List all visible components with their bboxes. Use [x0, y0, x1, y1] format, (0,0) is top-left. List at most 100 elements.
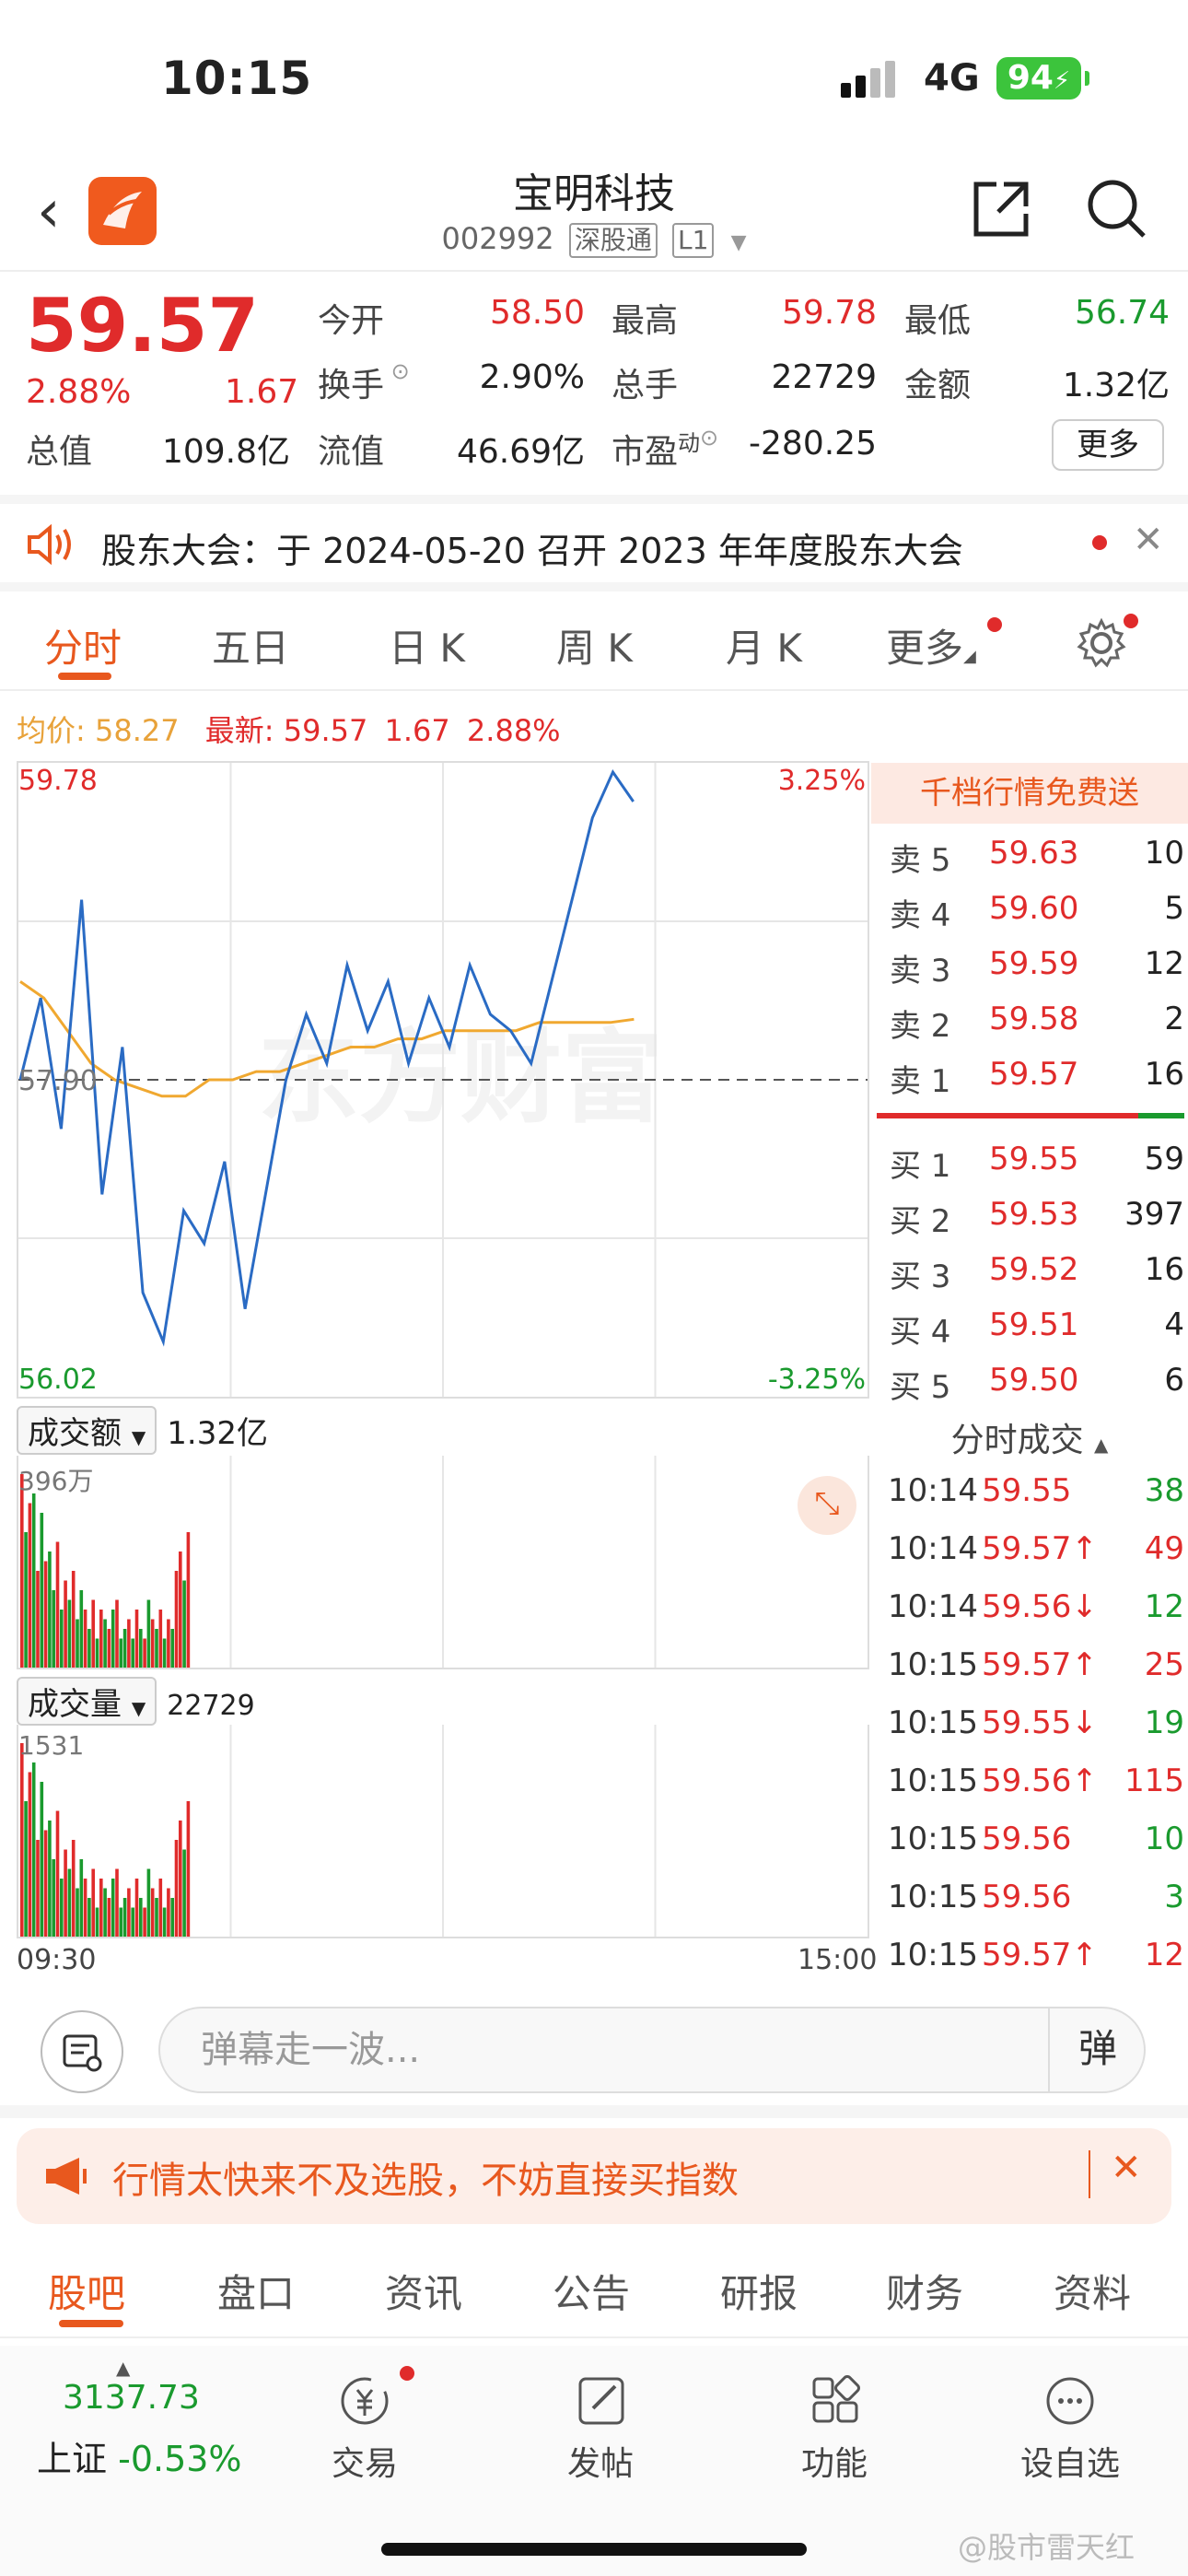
tab-announcements[interactable]: 公告 — [553, 2263, 630, 2319]
tab-profile[interactable]: 资料 — [1054, 2263, 1131, 2319]
tab-research[interactable]: 研报 — [720, 2263, 798, 2319]
dock-function-label: 功能 — [800, 2445, 868, 2483]
trade-price: 59.56 — [982, 1821, 1072, 1857]
volume-bar — [76, 1888, 79, 1937]
pe-label: 市盈动⊙ — [611, 425, 718, 473]
trade-price: 59.55↓ — [982, 1704, 1098, 1741]
tab-news[interactable]: 资讯 — [385, 2263, 462, 2319]
volume-bar — [167, 1619, 170, 1668]
volume-bar — [103, 1619, 107, 1668]
search-icon[interactable] — [1085, 177, 1149, 245]
more-button[interactable]: 更多 — [1052, 419, 1164, 471]
index-value[interactable]: 3137.73 — [63, 2379, 200, 2417]
orderbook-promo[interactable]: 千档行情免费送 — [871, 763, 1188, 824]
dock-function[interactable]: 功能 — [770, 2373, 899, 2485]
settings-gear-icon[interactable] — [1076, 617, 1127, 673]
volume-bar — [87, 1898, 91, 1937]
notice-bar[interactable]: 股东大会：于 2024-05-20 召开 2023 年年度股东大会 ✕ — [0, 495, 1188, 591]
tab-more-label: 更多 — [886, 626, 964, 671]
close-icon[interactable]: ✕ — [1133, 519, 1164, 561]
close-icon[interactable]: ✕ — [1111, 2147, 1142, 2189]
stock-header: ‹ 宝明科技 002992 深股通 L1 ▼ — [0, 157, 1188, 272]
buy-level-3[interactable]: 买 3 59.52 16 — [890, 1251, 1184, 1306]
buy-level-4[interactable]: 买 4 59.51 4 — [890, 1306, 1184, 1362]
danmu-list-icon[interactable] — [41, 2010, 123, 2093]
latest-label: 最新: — [204, 713, 274, 748]
turnover-label-text: 换手 — [318, 367, 385, 404]
buy-level-1[interactable]: 买 1 59.55 59 — [890, 1141, 1184, 1196]
tab-daily-k[interactable]: 日 K — [389, 617, 465, 673]
volume-bar — [95, 1638, 99, 1668]
trade-time: 10:14 — [888, 1472, 978, 1509]
sell-level-price: 59.60 — [989, 890, 1079, 927]
tab-intraday[interactable]: 分时 — [44, 617, 122, 673]
tab-active-indicator — [59, 2320, 123, 2327]
pe-value: -280.25 — [749, 425, 877, 463]
tab-weekly-k[interactable]: 周 K — [556, 617, 633, 673]
turnover-label: 换手 ⊙ — [318, 358, 410, 406]
trade-time: 10:15 — [888, 1646, 978, 1683]
volume-bar — [76, 1619, 79, 1668]
trade-time: 10:15 — [888, 1937, 978, 1973]
info-icon[interactable]: ⊙ — [384, 358, 410, 384]
volume-bar — [119, 1638, 123, 1668]
buy-level-5[interactable]: 买 5 59.50 6 — [890, 1362, 1184, 1417]
sell-level-3[interactable]: 卖 3 59.59 12 — [890, 945, 1184, 1001]
y-bottom-label: 56.02 — [18, 1364, 98, 1396]
danmu-toggle-button[interactable]: 弹 — [1048, 2007, 1146, 2093]
share-icon[interactable] — [969, 177, 1033, 245]
amount-chart[interactable]: 396万 ⤡ — [17, 1456, 869, 1669]
tab-guba[interactable]: 股吧 — [48, 2263, 125, 2319]
home-indicator[interactable] — [381, 2543, 807, 2556]
y-mid-label: 57.90 — [18, 1065, 98, 1097]
sell-level-qty: 5 — [1164, 890, 1184, 927]
tab-monthly-k[interactable]: 月 K — [726, 617, 802, 673]
chevron-down-icon[interactable]: ▼ — [731, 231, 747, 254]
intraday-price-chart[interactable]: 东方财富 59.78 57.90 56.02 3.25% -3.25% — [17, 761, 869, 1399]
mktcap-label: 总值 — [26, 433, 93, 471]
volume-bar — [87, 1629, 91, 1668]
level-tag[interactable]: L1 — [672, 223, 715, 258]
dock-watchlist[interactable]: 设自选 — [1006, 2373, 1135, 2485]
volume-chart[interactable]: 1531 — [17, 1725, 869, 1938]
tab-finance[interactable]: 财务 — [886, 2263, 963, 2319]
volume-bar — [115, 1599, 119, 1668]
sell-level-2[interactable]: 卖 4 59.60 5 — [890, 890, 1184, 945]
trades-title[interactable]: 分时成交 ▲ — [871, 1413, 1188, 1461]
volume-bar — [150, 1888, 155, 1937]
y-top-label: 59.78 — [18, 765, 98, 797]
low-value: 56.74 — [1074, 294, 1170, 332]
trade-price: 59.57↑ — [982, 1530, 1098, 1567]
tab-pankou[interactable]: 盘口 — [217, 2263, 295, 2319]
tab-more[interactable]: 更多◢ — [886, 617, 976, 673]
buy-level-2[interactable]: 买 2 59.53 397 — [890, 1196, 1184, 1251]
grid-icon — [770, 2373, 899, 2437]
buy-level-price: 59.51 — [989, 1306, 1079, 1343]
volume-bar — [31, 1493, 36, 1668]
promo-banner[interactable]: 行情太快来不及选股，不妨直接买指数 ✕ — [17, 2128, 1171, 2224]
info-icon[interactable]: ⊙ — [700, 425, 718, 451]
float-label: 流值 — [318, 433, 385, 471]
index-line[interactable]: 上证 -0.53% — [37, 2430, 242, 2481]
dock-trade[interactable]: 交易 — [300, 2373, 429, 2485]
mktcap-value: 109.8亿 — [161, 433, 290, 471]
volume-selector[interactable]: 成交量 ▼ — [17, 1677, 157, 1726]
amount-selector[interactable]: 成交额 ▼ — [17, 1406, 157, 1455]
expand-icon[interactable]: ⤡ — [798, 1476, 856, 1535]
sell-level-qty: 16 — [1144, 1056, 1184, 1093]
buy-level-price: 59.50 — [989, 1362, 1079, 1399]
tab-5day[interactable]: 五日 — [212, 617, 289, 673]
sell-level-1[interactable]: 卖 5 59.63 10 — [890, 835, 1184, 890]
danmu-input[interactable]: 弹幕走一波... — [158, 2007, 1146, 2093]
sell-level-4[interactable]: 卖 2 59.58 2 — [890, 1001, 1184, 1056]
sell-level-5[interactable]: 卖 1 59.57 16 — [890, 1056, 1184, 1111]
volume-bar — [71, 1840, 76, 1937]
volume-bar — [131, 1907, 134, 1937]
sell-level-price: 59.59 — [989, 945, 1079, 982]
more-dots-icon — [1006, 2373, 1135, 2437]
volume-bar — [139, 1629, 143, 1668]
yuan-exchange-icon — [300, 2373, 429, 2437]
dock-post[interactable]: 发帖 — [536, 2373, 665, 2485]
volume-bar — [60, 1610, 64, 1668]
amount-value: 1.32亿 — [1062, 367, 1170, 404]
